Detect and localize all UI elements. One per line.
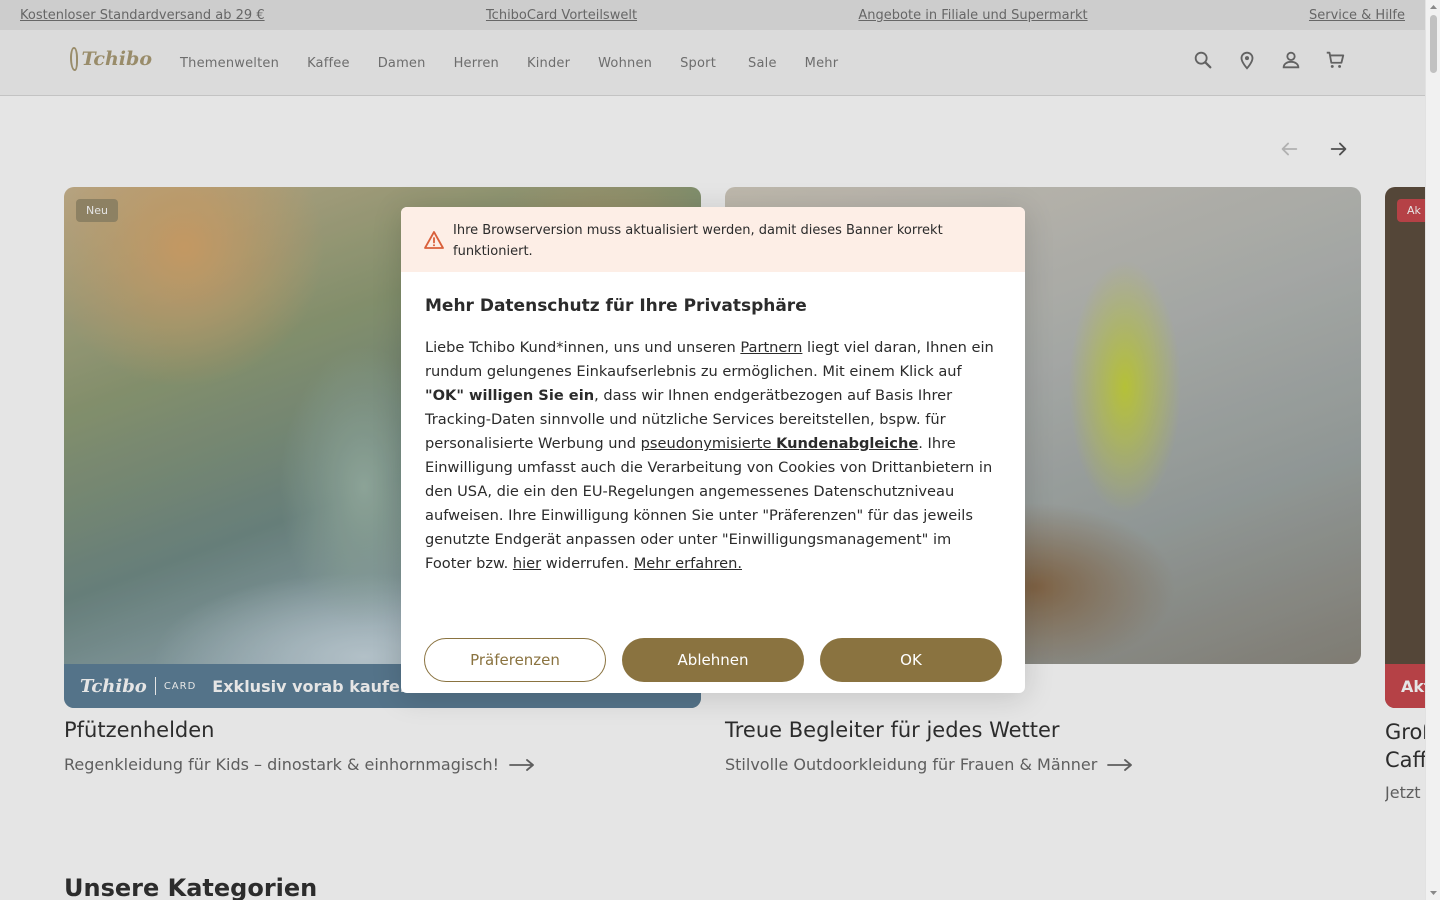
warning-icon [424,231,444,249]
consent-modal: Ihre Browserversion muss aktualisiert we… [401,207,1025,693]
consent-text: Liebe Tchibo Kund*innen, uns und unseren [425,339,741,356]
scrollbar-thumb[interactable] [1430,15,1437,73]
consent-text: widerrufen. [541,555,634,572]
link-text: pseudonymisierte [640,435,777,452]
revoke-here-link[interactable]: hier [513,555,541,572]
scroll-down-icon[interactable] [1429,888,1438,897]
learn-more-link[interactable]: Mehr erfahren. [634,555,742,572]
consent-text: . Ihre Einwilligung umfasst auch die Ver… [425,435,993,572]
consent-buttons: Präferenzen Ablehnen OK [424,638,1002,682]
preferences-button[interactable]: Präferenzen [424,638,606,682]
pseudonymized-matching-link[interactable]: pseudonymisierte Kundenabgleiche [641,435,919,452]
scroll-up-icon[interactable] [1429,3,1438,12]
decline-button[interactable]: Ablehnen [622,638,804,682]
browser-warning: Ihre Browserversion muss aktualisiert we… [401,207,1025,272]
ok-button[interactable]: OK [820,638,1002,682]
page-scrollbar[interactable] [1425,0,1440,900]
consent-body: Liebe Tchibo Kund*innen, uns und unseren… [425,336,1001,576]
link-text-bold: Kundenabgleiche [776,435,919,452]
browser-warning-text: Ihre Browserversion muss aktualisiert we… [453,223,943,259]
partners-link[interactable]: Partnern [740,339,802,356]
consent-title: Mehr Datenschutz für Ihre Privatsphäre [425,296,807,316]
consent-ok-bold: "OK" willigen Sie ein [425,387,595,404]
